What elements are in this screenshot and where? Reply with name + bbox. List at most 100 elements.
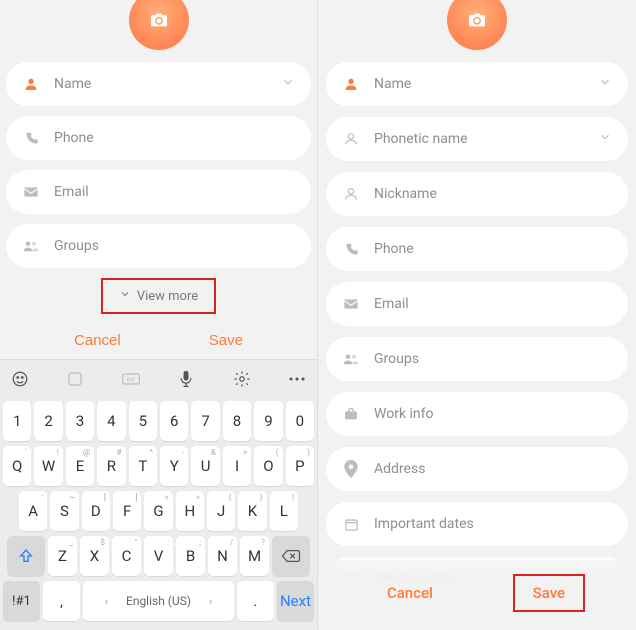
emoji-icon[interactable] bbox=[10, 369, 30, 389]
key-i[interactable]: I> bbox=[223, 446, 251, 486]
key-w[interactable]: W! bbox=[34, 446, 62, 486]
key-d[interactable]: D[ bbox=[82, 491, 110, 531]
key-shift[interactable] bbox=[7, 536, 45, 576]
person-outline-icon bbox=[342, 185, 360, 203]
calendar-icon bbox=[342, 515, 360, 533]
svg-text:GIF: GIF bbox=[126, 377, 136, 383]
location-icon bbox=[342, 460, 360, 478]
person-outline-icon bbox=[342, 130, 360, 148]
address-label: Address bbox=[374, 461, 612, 477]
avatar-section bbox=[0, 0, 317, 50]
more-icon[interactable] bbox=[287, 369, 307, 389]
email-icon bbox=[342, 295, 360, 313]
key-s[interactable]: S~ bbox=[50, 491, 78, 531]
keyboard-row-4: !#1 , ‹ English (US) › . Next bbox=[3, 581, 314, 621]
chevron-down-icon bbox=[281, 75, 295, 93]
key-q[interactable]: Q` bbox=[3, 446, 31, 486]
chevron-down-icon bbox=[598, 130, 612, 148]
key-9[interactable]: 9 bbox=[254, 401, 282, 441]
key-7[interactable]: 7 bbox=[191, 401, 219, 441]
key-c[interactable]: C" bbox=[112, 536, 141, 576]
key-period[interactable]: . bbox=[237, 581, 274, 621]
key-z[interactable]: Z_ bbox=[48, 536, 77, 576]
key-x[interactable]: X$ bbox=[80, 536, 109, 576]
avatar-button[interactable] bbox=[447, 0, 507, 50]
key-g[interactable]: G< bbox=[144, 491, 172, 531]
name-label: Name bbox=[54, 76, 281, 92]
key-o[interactable]: O( bbox=[254, 446, 282, 486]
key-5[interactable]: 5 bbox=[129, 401, 157, 441]
phone-field[interactable]: Phone bbox=[326, 227, 628, 271]
phonetic-label: Phonetic name bbox=[374, 131, 598, 147]
view-more-wrap: View more bbox=[0, 278, 317, 314]
phone-field[interactable]: Phone bbox=[6, 116, 311, 160]
nickname-field[interactable]: Nickname bbox=[326, 172, 628, 216]
key-space[interactable]: ‹ English (US) › bbox=[83, 581, 234, 621]
groups-icon bbox=[22, 237, 40, 255]
key-n[interactable]: N/ bbox=[208, 536, 237, 576]
key-8[interactable]: 8 bbox=[223, 401, 251, 441]
groups-label: Groups bbox=[374, 351, 612, 367]
key-k[interactable]: K} bbox=[238, 491, 266, 531]
settings-icon[interactable] bbox=[232, 369, 252, 389]
avatar-button[interactable] bbox=[129, 0, 189, 50]
groups-field[interactable]: Groups bbox=[6, 224, 311, 268]
key-u[interactable]: U& bbox=[191, 446, 219, 486]
chevron-right-icon: › bbox=[201, 595, 220, 608]
key-b[interactable]: B; bbox=[176, 536, 205, 576]
key-p[interactable]: P) bbox=[286, 446, 314, 486]
key-e[interactable]: E@ bbox=[66, 446, 94, 486]
key-v[interactable]: V: bbox=[144, 536, 173, 576]
key-4[interactable]: 4 bbox=[97, 401, 125, 441]
work-field[interactable]: Work info bbox=[326, 392, 628, 436]
dates-field[interactable]: Important dates bbox=[326, 502, 628, 546]
key-1[interactable]: 1 bbox=[3, 401, 31, 441]
contact-edit-expanded: Name Phonetic name Nickname Phone Email … bbox=[318, 0, 636, 630]
keyboard: 1 2 3 4 5 6 7 8 9 0 Q` W! E@ R# T^ Y- U&… bbox=[0, 397, 317, 630]
key-symbols[interactable]: !#1 bbox=[3, 581, 40, 621]
key-comma[interactable]: , bbox=[43, 581, 80, 621]
sticker-icon[interactable] bbox=[65, 369, 85, 389]
email-field[interactable]: Email bbox=[326, 282, 628, 326]
space-language: English (US) bbox=[126, 594, 191, 608]
key-l[interactable]: L| bbox=[270, 491, 298, 531]
save-button[interactable]: Save bbox=[513, 574, 585, 612]
keyboard-toolbar: GIF bbox=[0, 359, 317, 397]
key-backspace[interactable] bbox=[272, 536, 310, 576]
chevron-left-icon: ‹ bbox=[97, 595, 116, 608]
view-more-button[interactable]: View more bbox=[101, 278, 216, 314]
keyboard-row-nums: 1 2 3 4 5 6 7 8 9 0 bbox=[3, 401, 314, 441]
name-label: Name bbox=[374, 76, 598, 92]
key-t[interactable]: T^ bbox=[129, 446, 157, 486]
cancel-button[interactable]: Cancel bbox=[64, 328, 131, 353]
key-next[interactable]: Next bbox=[277, 581, 314, 621]
address-field[interactable]: Address bbox=[326, 447, 628, 491]
key-r[interactable]: R# bbox=[97, 446, 125, 486]
key-f[interactable]: F] bbox=[113, 491, 141, 531]
key-2[interactable]: 2 bbox=[34, 401, 62, 441]
key-a[interactable]: A' bbox=[19, 491, 47, 531]
phone-label: Phone bbox=[374, 241, 612, 257]
key-y[interactable]: Y- bbox=[160, 446, 188, 486]
groups-label: Groups bbox=[54, 238, 295, 254]
phonetic-field[interactable]: Phonetic name bbox=[326, 117, 628, 161]
key-3[interactable]: 3 bbox=[66, 401, 94, 441]
work-label: Work info bbox=[374, 406, 612, 422]
name-field[interactable]: Name bbox=[326, 62, 628, 106]
name-field[interactable]: Name bbox=[6, 62, 311, 106]
key-6[interactable]: 6 bbox=[160, 401, 188, 441]
gif-icon[interactable]: GIF bbox=[121, 369, 141, 389]
cancel-button[interactable]: Cancel bbox=[369, 574, 451, 612]
key-m[interactable]: M? bbox=[240, 536, 269, 576]
nickname-label: Nickname bbox=[374, 186, 612, 202]
key-j[interactable]: J{ bbox=[207, 491, 235, 531]
email-field[interactable]: Email bbox=[6, 170, 311, 214]
view-more-label: View more bbox=[137, 289, 198, 304]
save-button[interactable]: Save bbox=[199, 328, 253, 353]
keyboard-row-2: A' S~ D[ F] G< H> J{ K} L| bbox=[3, 491, 314, 531]
key-0[interactable]: 0 bbox=[286, 401, 314, 441]
key-h[interactable]: H> bbox=[176, 491, 204, 531]
groups-field[interactable]: Groups bbox=[326, 337, 628, 381]
mic-icon[interactable] bbox=[176, 369, 196, 389]
dates-label: Important dates bbox=[374, 516, 612, 532]
